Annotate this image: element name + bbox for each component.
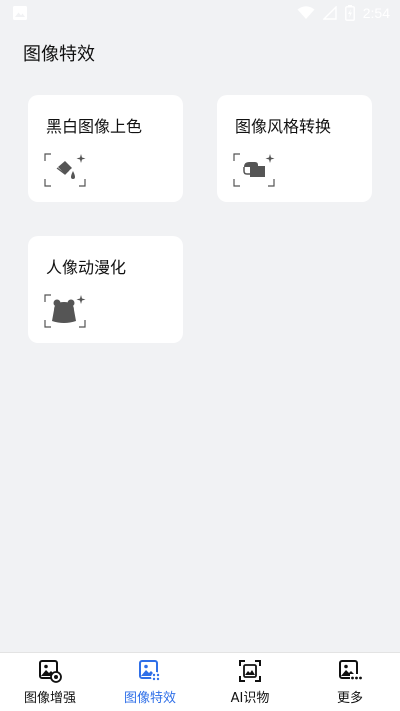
card-label: 人像动漫化 (46, 258, 127, 277)
battery-icon (344, 5, 355, 21)
paint-bucket-icon (44, 153, 86, 187)
wifi-icon (297, 6, 315, 19)
bottom-nav: 图像增强 图像特效 AI识物 更多 (0, 652, 400, 711)
nav-item-ai-recognize[interactable]: AI识物 (200, 653, 300, 711)
ai-recognize-icon (239, 660, 261, 682)
nav-item-more[interactable]: 更多 (300, 653, 400, 711)
status-time: 2:54 (362, 5, 390, 21)
bear-face-icon (44, 294, 86, 328)
signal-icon (322, 6, 337, 20)
image-enhance-icon (39, 660, 62, 683)
status-left (12, 5, 28, 21)
style-transfer-icon (233, 153, 275, 187)
nav-label: AI识物 (230, 691, 270, 706)
card-label: 图像风格转换 (235, 117, 332, 136)
nav-label: 更多 (336, 691, 363, 706)
nav-item-image-effect[interactable]: 图像特效 (100, 653, 200, 711)
page-title: 图像特效 (23, 44, 95, 65)
status-right: 2:54 (297, 5, 390, 21)
nav-item-image-enhance[interactable]: 图像增强 (0, 653, 100, 711)
card-anime-portrait[interactable]: 人像动漫化 (28, 236, 183, 343)
image-notification-icon (13, 6, 27, 20)
nav-label: 图像增强 (23, 691, 76, 706)
card-colorize[interactable]: 黑白图像上色 (28, 95, 183, 202)
image-effect-icon (139, 660, 161, 682)
card-label: 黑白图像上色 (46, 117, 143, 136)
status-bar: 2:54 (0, 0, 400, 26)
nav-label: 图像特效 (123, 691, 176, 706)
card-style-transfer[interactable]: 图像风格转换 (217, 95, 372, 202)
more-icon (339, 660, 362, 681)
